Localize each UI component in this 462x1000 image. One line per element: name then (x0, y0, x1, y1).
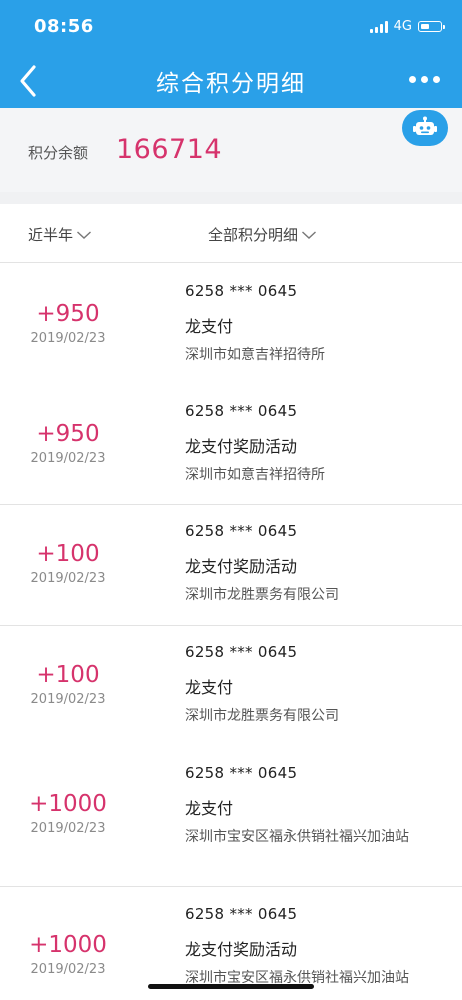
chevron-down-icon (77, 230, 91, 239)
balance-panel: 积分余额 166714 (0, 108, 462, 192)
network-type: 4G (393, 19, 412, 34)
robot-assistant-icon (413, 116, 437, 135)
transaction-date: 2019/02/23 (30, 451, 106, 466)
period-filter-label: 近半年 (28, 226, 74, 244)
card-number: 6258 *** 0645 (185, 764, 298, 782)
section-divider (0, 192, 462, 204)
transaction-row[interactable]: +100 2019/02/23 6258 *** 0645 龙支付奖励活动 深圳… (0, 505, 462, 625)
merchant-name: 深圳市龙胜票务有限公司 (185, 708, 339, 724)
points-amount: +100 (36, 541, 100, 567)
transaction-row[interactable]: +1000 2019/02/23 6258 *** 0645 龙支付 深圳市宝安… (0, 746, 462, 886)
type-filter-label: 全部积分明细 (208, 226, 299, 244)
signal-icon (369, 20, 388, 33)
app-header: 08:56 4G 综合积分明细 (0, 0, 462, 108)
transaction-type: 龙支付 (185, 799, 234, 818)
card-number: 6258 *** 0645 (185, 643, 298, 661)
points-amount: +1000 (29, 932, 107, 958)
balance-label: 积分余额 (28, 144, 89, 162)
transaction-date: 2019/02/23 (30, 331, 106, 346)
transaction-date: 2019/02/23 (30, 571, 106, 586)
card-number: 6258 *** 0645 (185, 522, 298, 540)
robot-assistant-button[interactable] (402, 110, 448, 146)
merchant-name: 深圳市宝安区福永供销社福兴加油站 (185, 829, 409, 845)
card-number: 6258 *** 0645 (185, 402, 298, 420)
transaction-type: 龙支付奖励活动 (185, 557, 298, 576)
merchant-name: 深圳市如意吉祥招待所 (185, 467, 325, 483)
status-indicators: 4G (369, 19, 445, 34)
balance-value: 166714 (116, 134, 223, 165)
more-button[interactable] (409, 76, 440, 83)
transaction-row[interactable]: +100 2019/02/23 6258 *** 0645 龙支付 深圳市龙胜票… (0, 626, 462, 746)
transaction-date: 2019/02/23 (30, 821, 106, 836)
points-amount: +950 (36, 301, 100, 327)
transaction-date: 2019/02/23 (30, 692, 106, 707)
points-amount: +950 (36, 421, 100, 447)
transaction-type: 龙支付 (185, 678, 234, 697)
type-filter[interactable]: 全部积分明细 (208, 224, 317, 245)
points-amount: +1000 (29, 791, 107, 817)
points-amount: +100 (36, 662, 100, 688)
transaction-type: 龙支付奖励活动 (185, 437, 298, 456)
transaction-row[interactable]: +950 2019/02/23 6258 *** 0645 龙支付 深圳市如意吉… (0, 263, 462, 383)
transaction-type: 龙支付 (185, 317, 234, 336)
more-dots-icon (409, 76, 416, 83)
status-time: 08:56 (34, 16, 94, 37)
card-number: 6258 *** 0645 (185, 905, 298, 923)
transaction-type: 龙支付奖励活动 (185, 940, 298, 959)
merchant-name: 深圳市如意吉祥招待所 (185, 347, 325, 363)
filter-bar: 近半年 全部积分明细 (0, 204, 462, 263)
chevron-down-icon (302, 230, 316, 239)
transaction-row[interactable]: +950 2019/02/23 6258 *** 0645 龙支付奖励活动 深圳… (0, 383, 462, 503)
card-number: 6258 *** 0645 (185, 282, 298, 300)
page-title: 综合积分明细 (156, 71, 306, 97)
merchant-name: 深圳市龙胜票务有限公司 (185, 587, 339, 603)
battery-icon (418, 21, 445, 32)
transaction-date: 2019/02/23 (30, 962, 106, 977)
home-indicator (148, 984, 314, 989)
period-filter[interactable]: 近半年 (28, 224, 92, 245)
